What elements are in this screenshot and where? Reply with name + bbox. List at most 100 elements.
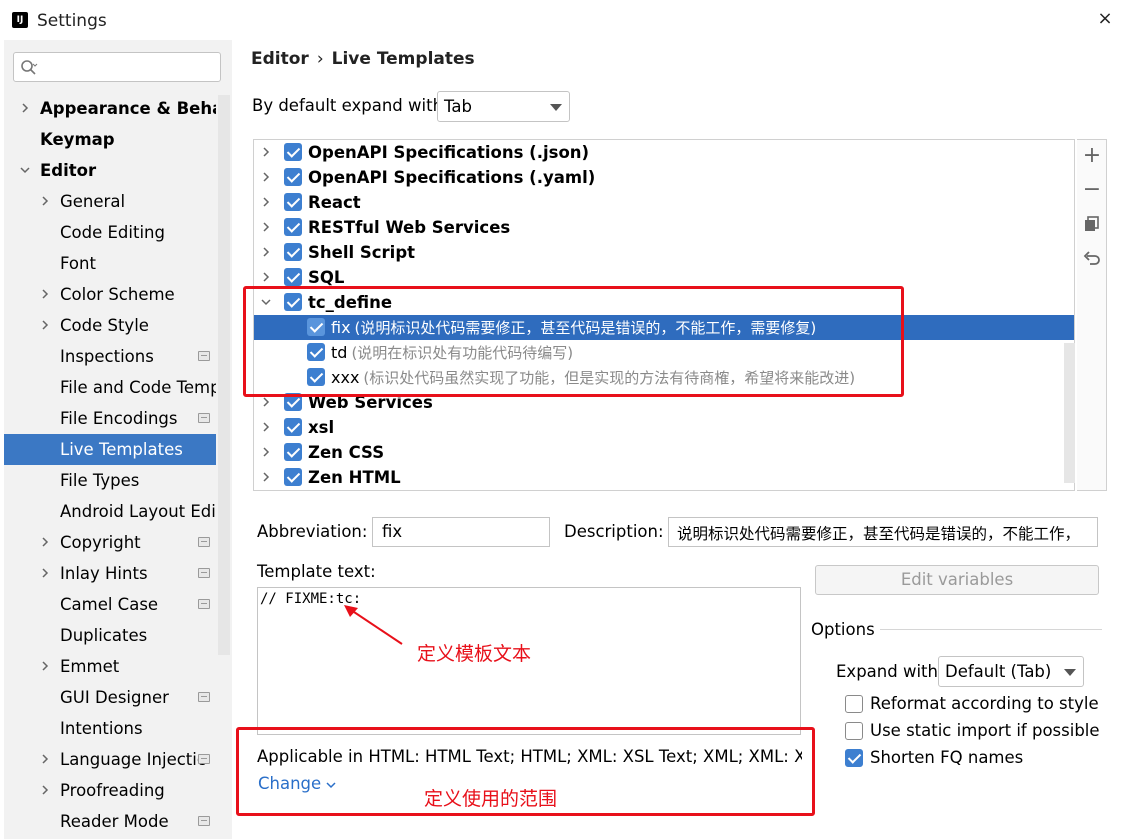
checkbox-icon[interactable]: [845, 722, 863, 740]
sidebar-item[interactable]: Appearance & Behav: [4, 93, 216, 124]
template-group-row[interactable]: React: [254, 190, 1074, 215]
sidebar-item[interactable]: Android Layout Edit: [4, 496, 216, 527]
sidebar-item[interactable]: Inlay Hints: [4, 558, 216, 589]
row-label: Shell Script: [308, 243, 416, 262]
sidebar-item[interactable]: Copyright: [4, 527, 216, 558]
option-label: Shorten FQ names: [870, 748, 1024, 767]
add-icon[interactable]: +: [1077, 141, 1107, 171]
abbreviation-field[interactable]: fix: [372, 517, 550, 547]
sidebar-item[interactable]: File Encodings: [4, 403, 216, 434]
enable-checkbox[interactable]: [284, 193, 302, 211]
sidebar-item[interactable]: Code Style: [4, 310, 216, 341]
template-group-name: Shell Script: [308, 240, 415, 265]
chevron-right-icon[interactable]: [261, 397, 271, 407]
option-label: Reformat according to style: [870, 694, 1099, 713]
enable-checkbox[interactable]: [284, 468, 302, 486]
sidebar-item[interactable]: Font: [4, 248, 216, 279]
breadcrumb-parent[interactable]: Editor: [251, 49, 309, 69]
sidebar-item-label: General: [60, 192, 126, 211]
edit-variables-button[interactable]: Edit variables: [815, 565, 1099, 595]
chevron-right-icon[interactable]: [40, 537, 50, 547]
row-label: Zen HTML: [308, 468, 401, 487]
sidebar-item[interactable]: File Types: [4, 465, 216, 496]
description-field[interactable]: 说明标识处代码需要修正，甚至代码是错误的，不能工作，: [668, 517, 1098, 547]
enable-checkbox[interactable]: [284, 143, 302, 161]
template-group-row[interactable]: RESTful Web Services: [254, 215, 1074, 240]
chevron-right-icon[interactable]: [261, 472, 271, 482]
sidebar-item[interactable]: Proofreading: [4, 775, 216, 806]
chevron-right-icon[interactable]: [40, 661, 50, 671]
chevron-right-icon[interactable]: [261, 197, 271, 207]
sidebar-item[interactable]: Camel Case: [4, 589, 216, 620]
expand-with-label: Expand with: [836, 662, 938, 681]
chevron-right-icon[interactable]: [261, 272, 271, 282]
sidebar-item[interactable]: Keymap: [4, 124, 216, 155]
chevron-right-icon[interactable]: [40, 785, 50, 795]
template-group-row[interactable]: OpenAPI Specifications (.json): [254, 140, 1074, 165]
expand-with-select[interactable]: Default (Tab): [938, 656, 1084, 687]
template-group-row[interactable]: Zen HTML: [254, 465, 1074, 490]
sidebar-item[interactable]: Code Editing: [4, 217, 216, 248]
template-group-row[interactable]: Zen CSS: [254, 440, 1074, 465]
sidebar-scrollbar[interactable]: [218, 95, 230, 655]
annotation-box-templates: [243, 286, 904, 397]
checkbox-icon[interactable]: [845, 695, 863, 713]
enable-checkbox[interactable]: [284, 268, 302, 286]
project-scope-icon: [198, 351, 210, 361]
expand-default-value: Tab: [444, 97, 472, 116]
enable-checkbox[interactable]: [284, 243, 302, 261]
tree-scrollbar[interactable]: [1064, 343, 1075, 483]
copy-icon[interactable]: [1077, 209, 1107, 239]
enable-checkbox[interactable]: [284, 443, 302, 461]
abbreviation-label: Abbreviation:: [257, 522, 368, 541]
undo-icon[interactable]: [1077, 243, 1107, 273]
checkbox-icon[interactable]: [845, 749, 863, 767]
sidebar-item[interactable]: Emmet: [4, 651, 216, 682]
chevron-right-icon[interactable]: [40, 754, 50, 764]
enable-checkbox[interactable]: [284, 218, 302, 236]
intellij-icon: IJ: [12, 12, 28, 28]
sidebar-item[interactable]: GUI Designer: [4, 682, 216, 713]
chevron-right-icon[interactable]: [261, 172, 271, 182]
chevron-right-icon[interactable]: [40, 289, 50, 299]
close-icon[interactable]: ×: [1093, 7, 1117, 31]
sidebar-item[interactable]: Inspections: [4, 341, 216, 372]
chevron-down-icon[interactable]: [20, 165, 30, 175]
chevron-right-icon[interactable]: [261, 247, 271, 257]
sidebar-item[interactable]: Intentions: [4, 713, 216, 744]
template-group-row[interactable]: xsl: [254, 415, 1074, 440]
row-label: Zen CSS: [308, 443, 385, 462]
sidebar-item[interactable]: Editor: [4, 155, 216, 186]
chevron-right-icon[interactable]: [40, 196, 50, 206]
chevron-right-icon[interactable]: [40, 320, 50, 330]
template-group-row[interactable]: OpenAPI Specifications (.yaml): [254, 165, 1074, 190]
expand-default-select[interactable]: Tab: [437, 91, 570, 122]
sidebar-item-label: Language Injectic: [60, 750, 206, 769]
sidebar-item[interactable]: General: [4, 186, 216, 217]
chevron-right-icon[interactable]: [40, 568, 50, 578]
chevron-right-icon[interactable]: [261, 447, 271, 457]
breadcrumb: Editor › Live Templates: [251, 49, 475, 69]
search-icon: [21, 60, 38, 75]
expand-with-value: Default (Tab): [945, 662, 1052, 681]
sidebar-item[interactable]: Live Templates: [4, 434, 216, 465]
search-input[interactable]: [13, 52, 221, 82]
enable-checkbox[interactable]: [284, 418, 302, 436]
chevron-right-icon[interactable]: [20, 103, 30, 113]
template-group-name: React: [308, 190, 361, 215]
breadcrumb-separator: ›: [316, 49, 324, 69]
sidebar-item[interactable]: Duplicates: [4, 620, 216, 651]
chevron-right-icon[interactable]: [261, 222, 271, 232]
enable-checkbox[interactable]: [284, 168, 302, 186]
sidebar-item[interactable]: Color Scheme: [4, 279, 216, 310]
remove-icon[interactable]: −: [1077, 175, 1107, 205]
sidebar-item[interactable]: File and Code Temp: [4, 372, 216, 403]
template-group-row[interactable]: Shell Script: [254, 240, 1074, 265]
row-label: React: [308, 193, 361, 212]
chevron-right-icon[interactable]: [261, 422, 271, 432]
chevron-right-icon[interactable]: [261, 147, 271, 157]
sidebar-item[interactable]: Reader Mode: [4, 806, 216, 837]
template-group-name: xsl: [308, 415, 334, 440]
row-label: xsl: [308, 418, 335, 437]
sidebar-item[interactable]: Language Injectic: [4, 744, 216, 775]
